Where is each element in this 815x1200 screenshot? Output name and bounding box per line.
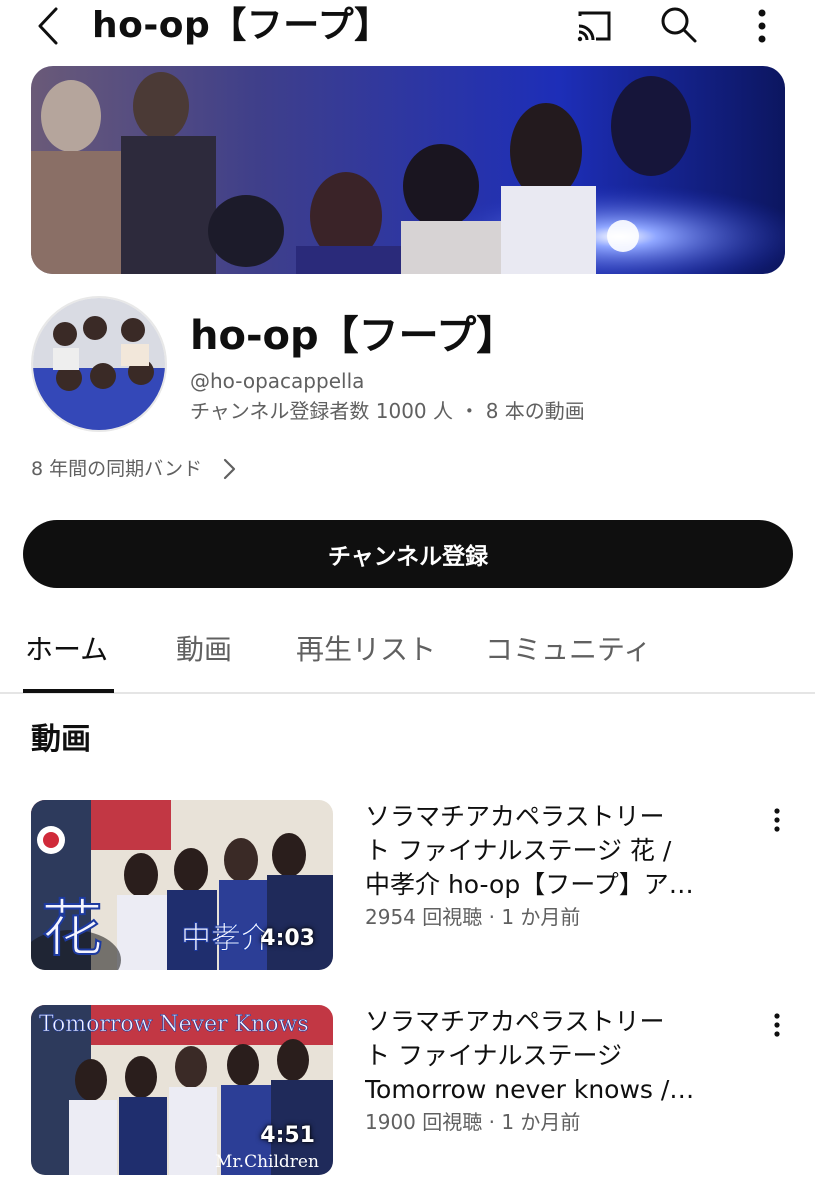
tab-community[interactable]: コミュニティ (485, 628, 651, 672)
video-title: ソラマチアカペラストリー ト ファイナルステージ Tomorrow never … (365, 1005, 735, 1107)
more-options-button[interactable] (740, 4, 784, 48)
channel-description: 8 年間の同期バンド (31, 458, 203, 480)
video-duration: 4:03 (260, 926, 315, 951)
subscribe-button[interactable]: チャンネル登録 (23, 520, 793, 588)
more-vertical-icon (774, 808, 780, 832)
video-more-button[interactable] (760, 1005, 794, 1045)
thumbnail-artist-text: 中孝介 (181, 921, 271, 956)
video-more-button[interactable] (760, 800, 794, 840)
video-duration: 4:51 (260, 1123, 315, 1148)
back-arrow-icon (38, 7, 58, 45)
video-title-line: 中孝介 ho-op【フープ】ア… (365, 870, 694, 899)
thumbnail-title-text: 花 (41, 892, 103, 965)
video-thumbnail[interactable]: Tomorrow Never Knows Mr.Children 4:51 (31, 1005, 333, 1175)
search-icon (661, 7, 697, 43)
channel-banner (31, 66, 785, 274)
video-title-line: ソラマチアカペラストリー (365, 802, 665, 831)
video-title-line: ト ファイナルステージ 花 / (365, 836, 672, 865)
active-tab-indicator (23, 689, 114, 693)
chevron-right-icon (222, 457, 242, 481)
video-thumbnail[interactable]: 花 中孝介 4:03 (31, 800, 333, 970)
video-title-line: ソラマチアカペラストリー (365, 1007, 665, 1036)
tab-playlists[interactable]: 再生リスト (296, 628, 436, 672)
video-meta: 1900 回視聴 · 1 か月前 (365, 1110, 581, 1134)
channel-name: ho-op【フープ】 (190, 313, 517, 359)
cast-button[interactable] (572, 4, 616, 48)
video-item[interactable]: 花 中孝介 4:03 ソラマチアカペラストリー ト ファイナルステージ 花 / … (0, 800, 815, 976)
video-item[interactable]: Tomorrow Never Knows Mr.Children 4:51 ソラ… (0, 1005, 815, 1181)
tab-videos[interactable]: 動画 (176, 628, 232, 672)
channel-description-link[interactable]: 8 年間の同期バンド (31, 452, 242, 486)
thumbnail-title-text: Tomorrow Never Knows (39, 1012, 309, 1037)
section-heading: 動画 (31, 722, 91, 757)
channel-title: ho-op【フープ】 (92, 5, 391, 46)
tab-home[interactable]: ホーム (25, 628, 108, 672)
top-app-bar: ho-op【フープ】 (0, 0, 815, 56)
channel-handle: @ho-opacappella (190, 369, 365, 393)
more-vertical-icon (774, 1013, 780, 1037)
channel-avatar[interactable] (31, 296, 167, 432)
more-vertical-icon (758, 9, 766, 43)
video-title-line: ト ファイナルステージ (365, 1041, 622, 1070)
back-button[interactable] (28, 4, 68, 48)
video-title-line: Tomorrow never knows /… (365, 1075, 695, 1104)
channel-stats: チャンネル登録者数 1000 人 ・ 8 本の動画 (190, 399, 585, 423)
thumbnail-artist-text: Mr.Children (215, 1152, 319, 1172)
cast-icon (577, 11, 611, 42)
tab-divider (0, 692, 815, 694)
video-meta: 2954 回視聴 · 1 か月前 (365, 905, 581, 929)
video-title: ソラマチアカペラストリー ト ファイナルステージ 花 / 中孝介 ho-op【フ… (365, 800, 735, 902)
search-button[interactable] (656, 2, 700, 46)
